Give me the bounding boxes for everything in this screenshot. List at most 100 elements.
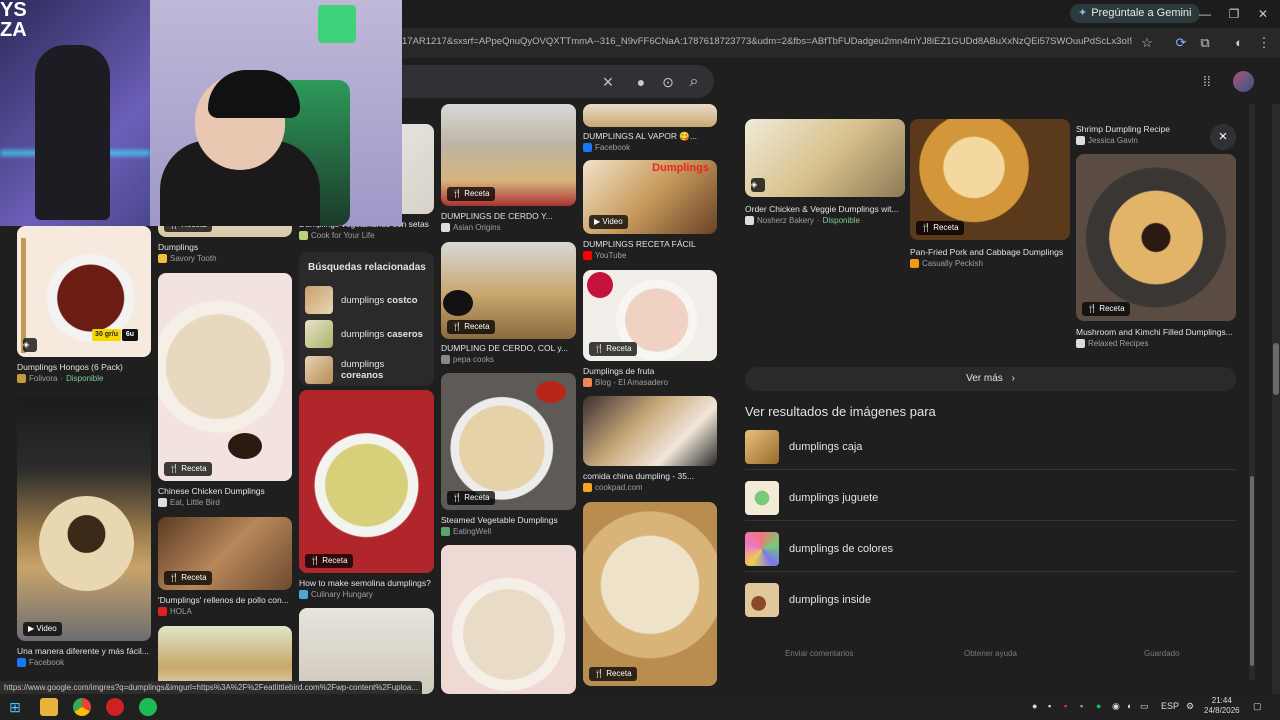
recipe-badge: 🍴 Receta (1082, 302, 1130, 316)
avatar[interactable] (1233, 71, 1254, 92)
page-scrollbar[interactable] (1272, 104, 1280, 694)
result-image[interactable]: 🍴 Receta (441, 104, 576, 206)
related-thumbnail (305, 286, 333, 314)
profile-extension-icon[interactable]: ◐ (1230, 34, 1248, 52)
image-result-link[interactable]: dumplings juguete (745, 475, 1236, 521)
neon-letter-sign (318, 5, 356, 43)
result-title[interactable]: DUMPLINGS AL VAPOR 😋... (583, 131, 717, 142)
file-explorer-icon[interactable] (40, 698, 58, 716)
result-title[interactable]: Dumplings Hongos (6 Pack) (17, 362, 151, 372)
result-image[interactable]: 🍴 Receta (158, 517, 292, 590)
window-close-icon[interactable]: ✕ (1253, 4, 1273, 24)
ver-mas-button[interactable]: Ver más › (745, 367, 1236, 391)
voice-search-icon[interactable]: ● (632, 73, 650, 91)
result-image[interactable] (583, 104, 717, 127)
spotify-icon[interactable] (139, 698, 157, 716)
result-image[interactable]: Dumplings ▶ Video (583, 160, 717, 234)
image-result-link[interactable]: dumplings de colores (745, 526, 1236, 572)
source-name: pepa cooks (453, 355, 494, 364)
lens-search-icon[interactable]: ⊙ (659, 73, 677, 91)
related-search-item[interactable]: dumplings costco (305, 286, 430, 314)
result-image[interactable]: 30 gr/u 6u ◈ (17, 226, 151, 357)
panel-card-title[interactable]: Pan-Fried Pork and Cabbage Dumplings (910, 247, 1070, 257)
result-image[interactable]: 🍴 Receta (441, 242, 576, 339)
send-feedback-link[interactable]: Enviar comentarios (785, 649, 853, 658)
related-search-item[interactable]: dumplings caseros (305, 320, 430, 348)
chopstick (21, 238, 26, 353)
settings-gear-icon[interactable]: ⚙ (1186, 701, 1194, 712)
result-title[interactable]: 'Dumplings' rellenos de pollo con... (158, 595, 292, 605)
panel-card-title[interactable]: Shrimp Dumpling Recipe (1076, 124, 1204, 134)
get-help-link[interactable]: Obtener ayuda (964, 649, 1017, 658)
panel-card-title[interactable]: Order Chicken & Veggie Dumplings wit... (745, 204, 905, 214)
notifications-icon[interactable]: ▢ (1253, 701, 1262, 712)
separator: · (816, 216, 820, 225)
related-bold: coreanos (341, 370, 384, 381)
result-title[interactable]: Dumplings de fruta (583, 366, 717, 376)
recipe-badge: 🍴 Receta (916, 221, 964, 235)
windows-start-icon[interactable]: ⊞ (6, 698, 24, 716)
related-search-item[interactable]: dumplings coreanos (305, 355, 430, 385)
result-title[interactable]: Chinese Chicken Dumplings (158, 486, 292, 496)
result-title[interactable]: DUMPLING DE CERDO, COL y... (441, 343, 576, 353)
restore-icon[interactable]: ❐ (1224, 4, 1244, 24)
volume-icon[interactable]: ◖ (1126, 701, 1131, 711)
result-image[interactable]: 🍴 Receta (299, 390, 434, 573)
panel-scrollbar-thumb[interactable] (1250, 476, 1254, 666)
gemini-button[interactable]: ✦ Pregúntale a Gemini (1070, 4, 1200, 23)
panel-image[interactable]: 🍴 Receta (910, 119, 1070, 240)
obs-icon[interactable] (106, 698, 124, 716)
spotify-tray-icon[interactable]: ● (1096, 701, 1101, 711)
panel-card-title[interactable]: Mushroom and Kimchi Filled Dumplings... (1076, 327, 1236, 337)
result-image[interactable] (583, 396, 717, 466)
result-title[interactable]: comida china dumpling - 35... (583, 471, 717, 481)
minimize-icon[interactable]: — (1195, 4, 1215, 24)
related-searches-title: Búsquedas relacionadas (308, 262, 426, 273)
result-image[interactable]: ▶ Video (17, 396, 151, 641)
site-favicon-icon (583, 483, 592, 492)
result-image[interactable]: 🍴 Receta (158, 273, 292, 481)
result-title[interactable]: How to make semolina dumplings? (299, 578, 434, 588)
result-title[interactable]: DUMPLINGS DE CERDO Y... (441, 211, 576, 221)
image-result-link[interactable]: dumplings inside (745, 577, 1236, 623)
panel-image[interactable]: 🍴 Receta (1076, 154, 1236, 321)
result-image[interactable]: 🍴 Receta (583, 502, 717, 686)
clear-search-icon[interactable]: × (599, 73, 617, 91)
bookmark-star-icon[interactable]: ☆ (1138, 34, 1156, 52)
site-favicon-icon (158, 607, 167, 616)
result-image[interactable]: 🍴 Receta (583, 270, 717, 361)
google-apps-icon[interactable]: ⁞⁞ (1203, 73, 1219, 89)
result-title[interactable]: Una manera diferente y más fácil... (17, 646, 151, 656)
page-scrollbar-thumb[interactable] (1273, 343, 1279, 395)
saved-link[interactable]: Guardado (1144, 649, 1180, 658)
mic-tray-icon[interactable]: ● (1032, 701, 1037, 711)
result-title[interactable]: Steamed Vegetable Dumplings (441, 515, 576, 525)
close-panel-button[interactable]: × (1210, 124, 1236, 150)
result-image[interactable]: 🍴 Receta (441, 373, 576, 510)
image-result-link[interactable]: dumplings caja (745, 424, 1236, 470)
extensions-icon[interactable]: ⧉ (1196, 34, 1214, 52)
facebook-icon (583, 143, 592, 152)
tray-icon[interactable]: ▪ (1080, 701, 1083, 711)
source-name: Facebook (29, 658, 65, 667)
tray-icon[interactable]: ▪ (1064, 701, 1067, 711)
taskbar-clock[interactable]: 21:44 24/8/2026 (1204, 696, 1240, 716)
search-icon[interactable]: ⌕ (685, 73, 703, 91)
result-title[interactable]: Dumplings (158, 242, 292, 252)
close-icon: × (1218, 128, 1228, 145)
network-icon[interactable]: ▭ (1140, 701, 1149, 712)
chrome-icon[interactable] (73, 698, 91, 716)
tray-icon[interactable]: ▪ (1048, 701, 1051, 711)
panel-image[interactable]: ◈ (745, 119, 905, 197)
browser-menu-icon[interactable]: ⋮ (1255, 34, 1273, 52)
site-favicon-icon (441, 527, 450, 536)
language-indicator[interactable]: ESP (1161, 701, 1179, 711)
translate-extension-icon[interactable]: ⟳ (1172, 34, 1190, 52)
site-favicon-icon (910, 259, 919, 268)
source-name: Savory Tooth (170, 254, 217, 263)
url-text[interactable]: 17AR1217&sxsrf=APpeQnuQyOVQXTTmmA--316_N… (402, 36, 1132, 50)
tray-icon[interactable]: ◉ (1112, 701, 1120, 712)
status-url: https://www.google.com/imgres?q=dumpling… (0, 681, 422, 694)
result-image[interactable] (441, 545, 576, 694)
result-title[interactable]: DUMPLINGS RECETA FÁCIL (583, 239, 717, 249)
